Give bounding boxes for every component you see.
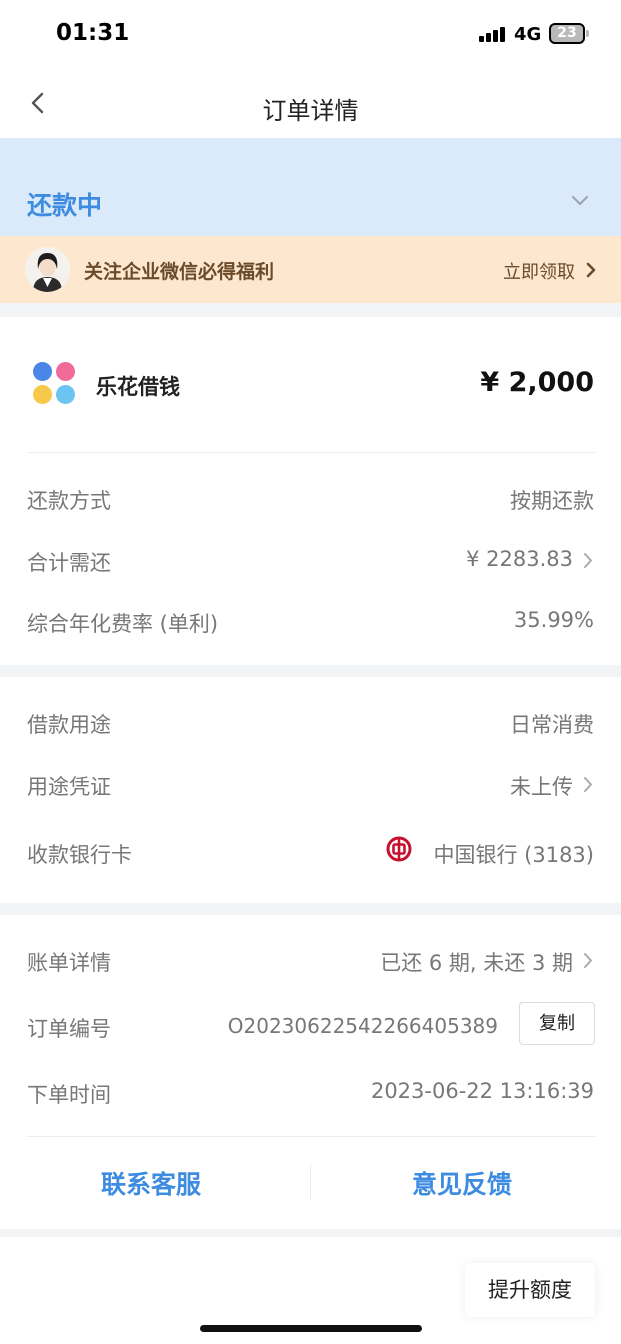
bank-of-china-icon: [386, 836, 412, 862]
home-indicator[interactable]: [200, 1325, 422, 1332]
lender-name: 乐花借钱: [96, 375, 180, 399]
feedback-button[interactable]: 意见反馈: [412, 1165, 512, 1201]
page-title: 订单详情: [262, 97, 359, 125]
nav-bar: 订单详情: [0, 70, 621, 138]
order-time-value: 2023-06-22 13:16:39: [370, 1079, 594, 1103]
bank-card-label: 收款银行卡: [27, 843, 132, 867]
divider: [310, 1165, 311, 1199]
status-bar: 01:31 4G 23: [0, 0, 621, 70]
total-due-value[interactable]: ¥ 2283.83: [466, 547, 573, 571]
order-status-label: 还款中: [27, 191, 103, 220]
order-info-card: 账单详情 已还 6 期, 未还 3 期 订单编号 O20230622542266…: [0, 915, 621, 1229]
avatar: [25, 247, 70, 292]
contact-service-button[interactable]: 联系客服: [101, 1165, 201, 1201]
promo-banner[interactable]: 关注企业微信必得福利 立即领取: [0, 236, 621, 303]
purpose-proof-value[interactable]: 未上传: [510, 771, 573, 801]
loan-usage-card: 借款用途 日常消费 用途凭证 未上传 收款银行卡 中国银行 (3183): [0, 677, 621, 903]
repayment-method-label: 还款方式: [27, 489, 111, 513]
order-time-label: 下单时间: [27, 1083, 111, 1107]
raise-limit-button[interactable]: 提升额度: [465, 1263, 595, 1317]
total-due-label: 合计需还: [27, 551, 111, 575]
chevron-right-icon[interactable]: [583, 952, 593, 969]
purpose-proof-label: 用途凭证: [27, 775, 111, 799]
bill-detail-value[interactable]: 已还 6 期, 未还 3 期: [380, 947, 573, 977]
loan-amount: ¥ 2,000: [480, 367, 594, 398]
repayment-method-value: 按期还款: [510, 489, 594, 513]
chevron-down-icon[interactable]: [571, 195, 589, 207]
chevron-right-icon: [586, 262, 596, 278]
claim-link[interactable]: 立即领取: [503, 258, 575, 284]
divider: [27, 1136, 595, 1137]
loan-purpose-value: 日常消费: [510, 713, 594, 737]
signal-icon: [479, 26, 505, 42]
order-number-value: O20230622542266405389: [227, 1014, 498, 1038]
copy-button[interactable]: 复制: [519, 1002, 595, 1045]
bank-card-value: 中国银行 (3183): [433, 843, 594, 867]
annual-rate-value: 35.99%: [513, 608, 594, 632]
order-number-label: 订单编号: [27, 1017, 111, 1041]
status-time: 01:31: [56, 20, 130, 46]
chevron-right-icon[interactable]: [583, 776, 593, 793]
annual-rate-label: 综合年化费率 (单利): [27, 612, 219, 636]
bill-detail-label: 账单详情: [27, 951, 111, 975]
network-label: 4G: [514, 24, 542, 45]
battery-icon: 23: [549, 23, 589, 44]
loan-purpose-label: 借款用途: [27, 713, 111, 737]
promo-text: 关注企业微信必得福利: [84, 261, 275, 283]
chevron-right-icon[interactable]: [583, 552, 593, 569]
lehua-logo-icon: [33, 362, 77, 406]
divider: [27, 452, 595, 453]
order-status-band[interactable]: 还款中: [0, 138, 621, 236]
loan-summary-card: 乐花借钱 ¥ 2,000 还款方式 按期还款 合计需还 ¥ 2283.83 综合…: [0, 317, 621, 665]
